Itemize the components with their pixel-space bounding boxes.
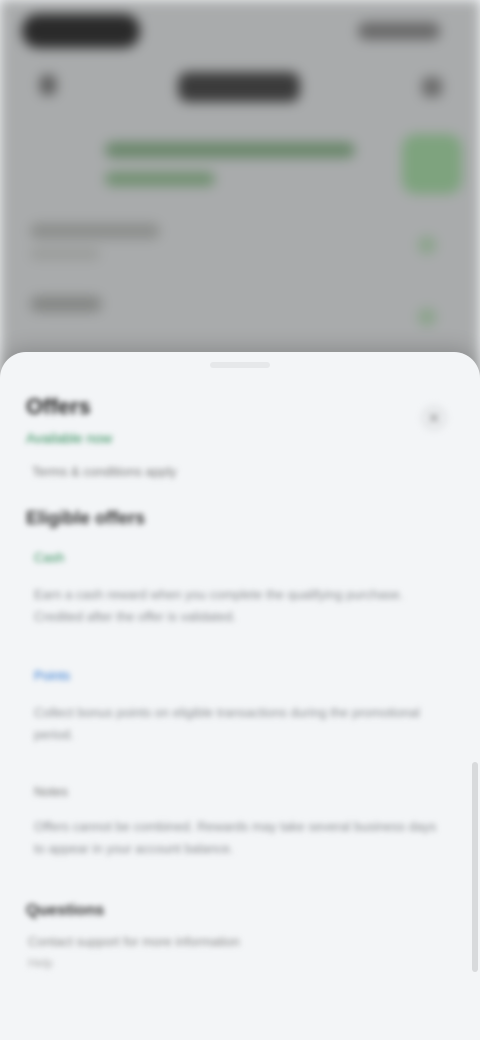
status-icons — [358, 22, 440, 40]
scrollbar[interactable] — [472, 762, 478, 972]
more-icon[interactable] — [422, 77, 442, 97]
chevron-right-icon[interactable] — [418, 236, 436, 254]
chevron-right-icon[interactable] — [418, 308, 436, 326]
status-time-pill — [22, 14, 140, 48]
background-secondary-text — [105, 172, 215, 186]
paragraph-cash: Earn a cash reward when you complete the… — [34, 587, 404, 624]
footer-help-link[interactable]: Help — [28, 956, 53, 970]
paragraph-notes: Offers cannot be combined. Rewards may t… — [34, 819, 437, 856]
background-row-title — [30, 223, 160, 239]
paragraph-label-notes: Notes — [34, 784, 68, 799]
paragraph-points: Collect bonus points on eligible transac… — [34, 705, 420, 742]
paragraph-label-cash: Cash — [34, 550, 65, 565]
background-title — [178, 72, 300, 102]
section-title: Eligible offers — [26, 508, 146, 528]
terms-note: Terms & conditions apply — [32, 464, 177, 479]
footer-text: Contact support for more information — [28, 934, 240, 949]
paragraph-label-points[interactable]: Points — [34, 668, 70, 683]
background-primary-text — [105, 142, 355, 158]
background-app — [0, 0, 480, 400]
sheet-title: Offers — [26, 394, 91, 419]
background-row-title-2 — [30, 296, 102, 312]
background-action-button[interactable] — [402, 134, 462, 194]
close-icon[interactable]: × — [420, 404, 448, 432]
screen: Offers Available now × Terms & condition… — [0, 0, 480, 1040]
sheet-content: Offers Available now × Terms & condition… — [0, 352, 480, 1040]
back-icon[interactable] — [40, 75, 56, 95]
sheet-subtitle: Available now — [26, 430, 113, 446]
footer-title: Questions — [26, 902, 105, 919]
bottom-sheet: Offers Available now × Terms & condition… — [0, 352, 480, 1040]
background-row-subtitle — [30, 248, 100, 260]
